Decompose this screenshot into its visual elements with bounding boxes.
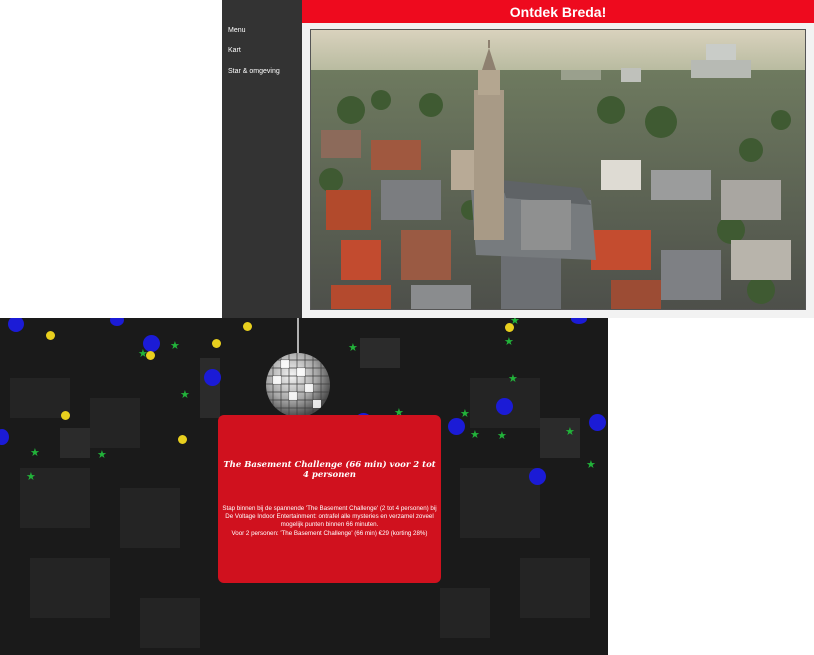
offer-overlay: ★ ★ ★ ★ ★ ★ ★ ★ ★ ★ ★ ★ ★ ★ ★ ★ ★ — [0, 318, 608, 655]
confetti-dot — [212, 339, 221, 348]
star-icon: ★ — [504, 336, 514, 348]
page: Menu Kart Star & omgeving Ontdek Breda! — [0, 0, 814, 655]
star-icon: ★ — [470, 429, 480, 441]
star-icon: ★ — [508, 373, 518, 385]
confetti-dot — [243, 322, 252, 331]
offer-price-text: Voor 2 personen: 'The Basement Challenge… — [231, 529, 428, 537]
confetti-dot — [529, 468, 546, 485]
star-icon: ★ — [30, 447, 40, 459]
confetti-dot — [448, 418, 465, 435]
offer-description-text: Stap binnen bij de spannende 'The Baseme… — [222, 505, 437, 529]
star-icon: ★ — [97, 449, 107, 461]
app-window: Menu Kart Star & omgeving Ontdek Breda! — [222, 0, 814, 318]
star-icon: ★ — [348, 342, 358, 354]
confetti-dot — [496, 398, 513, 415]
star-icon: ★ — [586, 459, 596, 471]
offer-title: The Basement Challenge (66 min) voor 2 t… — [223, 460, 436, 480]
star-icon: ★ — [565, 426, 575, 438]
star-icon: ★ — [510, 318, 520, 327]
offer-card[interactable]: The Basement Challenge (66 min) voor 2 t… — [218, 415, 441, 583]
disco-ball-string — [297, 318, 299, 354]
confetti-dot — [178, 435, 187, 444]
sidebar-item-star-omgeving[interactable]: Star & omgeving — [228, 67, 280, 77]
hero-image — [310, 29, 806, 310]
star-icon: ★ — [26, 471, 36, 483]
offer-description: Stap binnen bij de spannende 'The Baseme… — [218, 505, 441, 538]
breda-aerial-photo — [311, 30, 805, 309]
confetti-dot — [61, 411, 70, 420]
star-icon: ★ — [497, 430, 507, 442]
disco-ball-icon — [266, 353, 330, 417]
sidebar-item-kart[interactable]: Kart — [228, 46, 241, 56]
star-icon: ★ — [170, 340, 180, 352]
confetti-dot — [204, 369, 221, 386]
star-icon: ★ — [460, 408, 470, 420]
sidebar-item-menu[interactable]: Menu — [228, 26, 246, 36]
sidebar: Menu Kart Star & omgeving — [222, 0, 302, 318]
star-icon: ★ — [180, 389, 190, 401]
confetti-dot — [46, 331, 55, 340]
star-icon: ★ — [138, 348, 148, 360]
page-title: Ontdek Breda! — [302, 0, 814, 23]
confetti-dot — [589, 414, 606, 431]
